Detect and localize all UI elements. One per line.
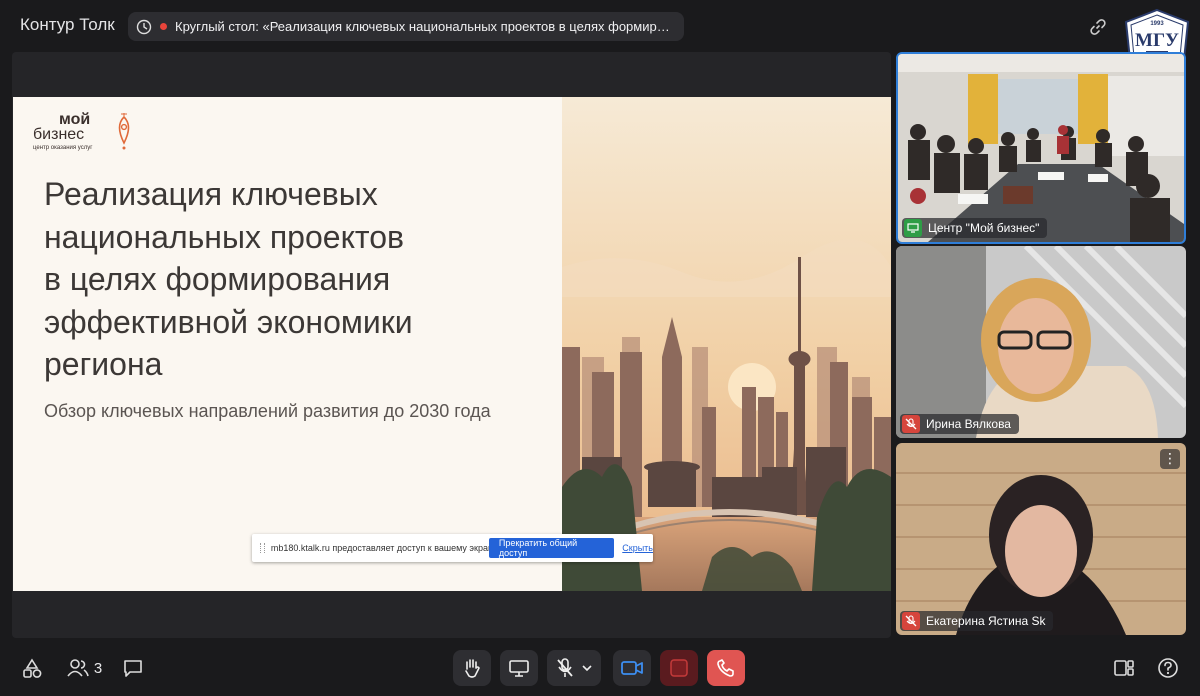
slide-title-line: Реализация ключевых (44, 176, 378, 212)
camera-icon (621, 661, 643, 675)
brand-line2: бизнес (33, 126, 85, 143)
copy-link-icon[interactable] (1088, 17, 1108, 37)
participants-count: 3 (93, 659, 103, 677)
participant-label: Центр "Мой бизнес" (902, 218, 1048, 238)
participant-tile[interactable]: Центр "Мой бизнес" (896, 52, 1186, 244)
participants-button[interactable]: 3 (64, 650, 104, 686)
slide-title-line: региона (44, 346, 163, 382)
mgu-logo-year: 1993 (1150, 21, 1164, 27)
location-pin-icon (118, 113, 130, 150)
shared-slide: мой бизнес центр оказания услуг Реализац… (13, 97, 891, 591)
apps-button[interactable] (18, 650, 46, 686)
share-banner-text: mb180.ktalk.ru предоставляет доступ к ва… (270, 543, 500, 553)
raise-hand-button[interactable] (453, 650, 491, 686)
city-skyline-illustration (562, 97, 891, 591)
participant-video (896, 246, 1186, 438)
mic-off-icon (902, 415, 920, 433)
layout-icon (1114, 660, 1134, 676)
microphone-button[interactable] (547, 650, 601, 686)
chat-icon (124, 660, 142, 677)
participant-label: Екатерина Ястина Sk (900, 611, 1054, 631)
slide-title: Реализация ключевых национальных проекто… (44, 173, 524, 386)
screen-share-banner: mb180.ktalk.ru предоставляет доступ к ва… (252, 534, 653, 562)
record-button[interactable] (660, 650, 698, 686)
slide-title-line: в целях формирования (44, 261, 391, 297)
screen-share-button[interactable] (500, 650, 538, 686)
chevron-down-icon[interactable] (581, 663, 593, 673)
leave-call-icon (717, 659, 734, 677)
bottom-toolbar: 3 (0, 640, 1200, 696)
apps-icon (23, 658, 42, 678)
participants-icon (67, 659, 89, 677)
participant-tile[interactable]: Ирина Вялкова (896, 246, 1186, 438)
meeting-title-pill[interactable]: Круглый стол: «Реализация ключевых нацио… (128, 12, 684, 41)
recording-dot-icon (160, 23, 167, 30)
screen-share-icon (509, 660, 529, 677)
slide-subtitle: Обзор ключевых направлений развития до 2… (44, 401, 491, 421)
chat-button[interactable] (120, 650, 146, 686)
record-icon (670, 659, 688, 677)
hide-banner-link[interactable]: Скрыть (622, 543, 653, 553)
layout-button[interactable] (1110, 650, 1138, 686)
moi-biznes-logo: мой бизнес центр оказания услуг (33, 107, 133, 153)
slide-title-line: национальных проектов (44, 218, 405, 255)
top-bar: Контур Толк Круглый стол: «Реализация кл… (0, 0, 1200, 70)
mic-off-icon (902, 612, 920, 630)
participant-name: Ирина Вялкова (926, 417, 1011, 431)
camera-button[interactable] (613, 650, 651, 686)
slide-title-line: эффективной экономики (44, 303, 413, 340)
raise-hand-icon (465, 659, 480, 678)
participant-name: Центр "Мой бизнес" (928, 221, 1040, 235)
mic-off-icon (557, 658, 573, 677)
help-button[interactable] (1155, 650, 1181, 686)
drag-handle-icon[interactable] (260, 543, 265, 553)
mgu-logo-text: МГУ (1135, 30, 1179, 51)
participant-video (896, 443, 1186, 635)
app-title: Контур Толк (20, 15, 115, 34)
meeting-title: Круглый стол: «Реализация ключевых нацио… (175, 19, 670, 34)
tile-menu-icon[interactable]: ⋮ (1160, 449, 1180, 469)
leave-call-button[interactable] (707, 650, 745, 686)
meeting-info-icon (136, 19, 152, 34)
participant-tile[interactable]: ⋮ Екатерина Ястина Sk (896, 443, 1186, 635)
stop-sharing-button[interactable]: Прекратить общий доступ (488, 538, 615, 558)
participant-label: Ирина Вялкова (900, 414, 1019, 434)
screen-share-icon (904, 219, 922, 237)
slide-text-panel: мой бизнес центр оказания услуг Реализац… (13, 97, 563, 591)
conference-room-video (898, 54, 1184, 242)
participant-name: Екатерина Ястина Sk (926, 614, 1046, 628)
help-icon (1158, 658, 1178, 678)
brand-tagline: центр оказания услуг (33, 145, 93, 151)
